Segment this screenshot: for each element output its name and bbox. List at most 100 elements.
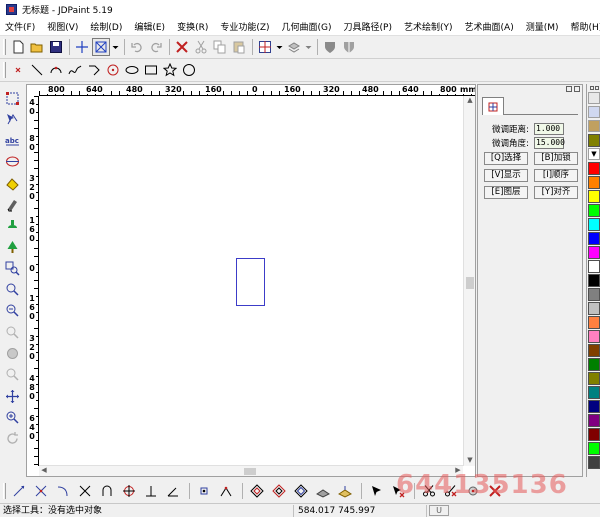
tree-icon[interactable] <box>2 237 22 257</box>
scroll-down-icon[interactable]: ▼ <box>464 456 476 466</box>
menu-measure[interactable]: 测量(M) <box>520 20 565 33</box>
brush-color-icon[interactable] <box>588 106 600 118</box>
select-box-icon[interactable] <box>92 38 110 56</box>
scroll-right-icon[interactable]: ▶ <box>453 466 463 476</box>
node-icon[interactable] <box>194 481 213 500</box>
menu-professional[interactable]: 专业功能(Z) <box>214 20 275 33</box>
order-button[interactable]: [I]顺序 <box>534 169 578 182</box>
scroll-thumb[interactable] <box>244 468 256 475</box>
cross-trim-icon[interactable] <box>75 481 94 500</box>
redo-icon[interactable] <box>147 38 165 56</box>
color-swatch[interactable] <box>588 358 600 371</box>
color-swatch[interactable] <box>588 176 600 189</box>
color-swatch[interactable] <box>588 372 600 385</box>
ellipse-icon[interactable] <box>123 61 141 79</box>
color-swatch[interactable] <box>588 190 600 203</box>
node-edit-icon[interactable] <box>2 109 22 129</box>
color-swatch[interactable] <box>588 386 600 399</box>
delete-node-icon[interactable] <box>485 481 504 500</box>
color-swatch[interactable] <box>588 288 600 301</box>
zoom-real-icon[interactable] <box>2 365 22 385</box>
mirror-icon[interactable] <box>2 173 22 193</box>
spline-icon[interactable] <box>66 61 84 79</box>
cut-icon[interactable] <box>192 38 210 56</box>
color-swatch[interactable] <box>588 274 600 287</box>
zoom-out-icon[interactable] <box>2 301 22 321</box>
pointer-icon[interactable] <box>366 481 385 500</box>
rectangle-icon[interactable] <box>142 61 160 79</box>
erase-icon[interactable] <box>2 194 22 214</box>
color-swatch[interactable] <box>588 344 600 357</box>
tab-select-props[interactable] <box>482 97 504 115</box>
circle-center-icon[interactable] <box>119 481 138 500</box>
break-icon[interactable] <box>31 481 50 500</box>
scissor-remove-icon[interactable] <box>441 481 460 500</box>
select-tool-icon[interactable] <box>2 88 22 108</box>
new-file-icon[interactable] <box>9 38 27 56</box>
show-button[interactable]: [V]显示 <box>484 169 528 182</box>
star-icon[interactable] <box>161 61 179 79</box>
layer-view-icon[interactable] <box>285 38 303 56</box>
align-button[interactable]: [Y]对齐 <box>534 186 578 199</box>
color-swatch[interactable] <box>588 246 600 259</box>
color-swatch[interactable] <box>588 428 600 441</box>
corner-icon[interactable] <box>216 481 235 500</box>
color-swatch[interactable] <box>588 162 600 175</box>
lock-button[interactable]: [B]加锁 <box>534 152 578 165</box>
offset-icon[interactable] <box>247 481 266 500</box>
fine-angle-field[interactable]: 15.000 <box>534 136 565 149</box>
transform-icon[interactable] <box>2 152 22 172</box>
horizontal-scrollbar[interactable]: ◀ ▶ <box>39 465 463 476</box>
angle-line-icon[interactable] <box>163 481 182 500</box>
scroll-up-icon[interactable]: ▲ <box>464 96 476 106</box>
layer-button[interactable]: [E]图层 <box>484 186 528 199</box>
menu-help[interactable]: 帮助(H) <box>565 20 600 33</box>
menu-art-draw[interactable]: 艺术绘制(Y) <box>398 20 459 33</box>
crosshair-icon[interactable] <box>73 38 91 56</box>
chevron-down-icon[interactable] <box>275 38 284 56</box>
palette-restore-icon[interactable] <box>589 86 594 90</box>
menu-art-surface[interactable]: 艺术曲面(A) <box>459 20 520 33</box>
color-swatch[interactable] <box>588 456 600 469</box>
point-icon[interactable] <box>9 61 27 79</box>
menu-geometry-surface[interactable]: 几何曲面(G) <box>276 20 338 33</box>
color-swatch[interactable] <box>588 302 600 315</box>
color-swatch[interactable] <box>588 442 600 455</box>
color-swatch[interactable] <box>588 400 600 413</box>
copy-icon[interactable] <box>211 38 229 56</box>
zoom-window-icon[interactable] <box>2 258 22 278</box>
undo-icon[interactable] <box>128 38 146 56</box>
offset-outside-icon[interactable] <box>269 481 288 500</box>
panel-restore-icon[interactable] <box>566 86 572 92</box>
vertical-scrollbar[interactable]: ▲ ▼ <box>463 96 475 466</box>
zoom-in-icon[interactable] <box>2 280 22 300</box>
arc-icon[interactable] <box>47 61 65 79</box>
line-icon[interactable] <box>28 61 46 79</box>
pointer-remove-icon[interactable] <box>388 481 407 500</box>
zoom-all-icon[interactable] <box>2 344 22 364</box>
shield-left-icon[interactable] <box>321 38 339 56</box>
zoom-fit-icon[interactable] <box>2 407 22 427</box>
circle-point-icon[interactable] <box>104 61 122 79</box>
pen-color-icon[interactable] <box>588 92 600 104</box>
menu-transform[interactable]: 变换(R) <box>171 20 214 33</box>
color-swatch[interactable] <box>588 204 600 217</box>
menu-edit[interactable]: 编辑(E) <box>128 20 171 33</box>
grid-view-icon[interactable] <box>256 38 274 56</box>
color-swatch[interactable] <box>588 232 600 245</box>
color-swatch[interactable] <box>588 414 600 427</box>
toolbar-grip[interactable] <box>3 62 6 78</box>
save-disk-icon[interactable] <box>47 38 65 56</box>
menu-toolpath[interactable]: 刀具路径(P) <box>338 20 398 33</box>
delete-icon[interactable] <box>173 38 191 56</box>
menu-view[interactable]: 视图(V) <box>41 20 84 33</box>
fill-area-icon[interactable] <box>313 481 332 500</box>
current-color-swatch[interactable] <box>588 134 600 147</box>
toolbar-grip[interactable] <box>3 39 6 55</box>
color-swatch[interactable] <box>588 260 600 273</box>
palette-close-icon[interactable] <box>594 86 599 90</box>
circle-icon[interactable] <box>180 61 198 79</box>
color-swatch[interactable] <box>588 218 600 231</box>
pan-icon[interactable] <box>2 386 22 406</box>
scroll-thumb[interactable] <box>466 277 474 289</box>
